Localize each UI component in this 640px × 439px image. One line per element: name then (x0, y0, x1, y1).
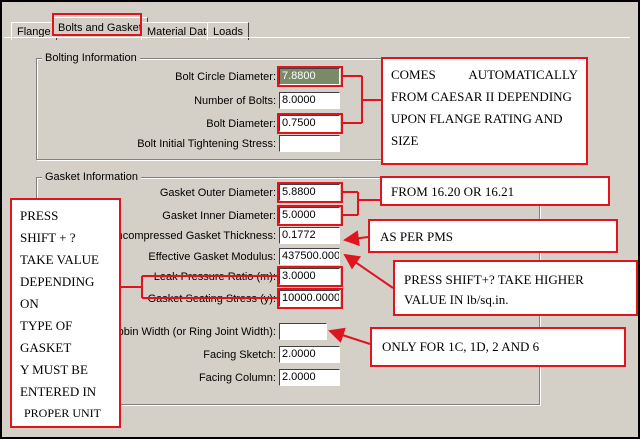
annotation-connectors (121, 75, 394, 345)
